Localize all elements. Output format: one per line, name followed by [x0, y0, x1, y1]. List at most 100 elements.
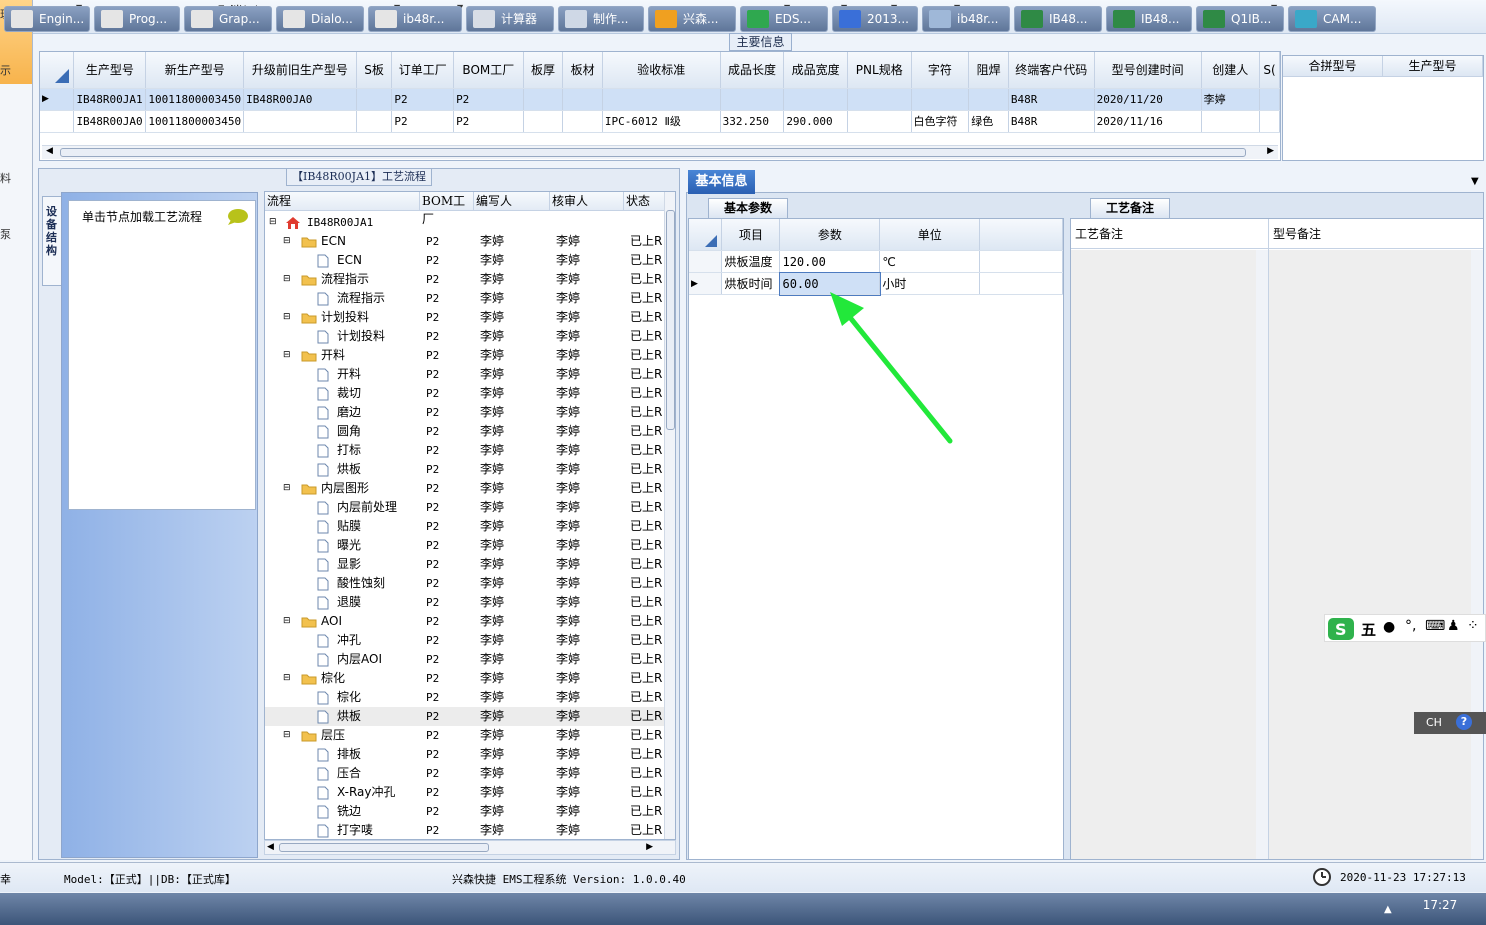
- taskbar-item[interactable]: ib48r...: [922, 6, 1010, 32]
- table-cell[interactable]: [1259, 110, 1280, 133]
- tree-leaf-row[interactable]: 棕化 P2 李婷 李婷 已上R: [265, 688, 665, 707]
- column-header[interactable]: 阻焊: [968, 52, 1009, 89]
- taskbar-item[interactable]: Prog...: [94, 6, 180, 32]
- main-grid-horizontal-scrollbar[interactable]: ◀ ▶: [42, 145, 1278, 159]
- table-cell[interactable]: 绿色: [968, 110, 1009, 133]
- ime-mode-label[interactable]: 五: [1361, 619, 1376, 640]
- column-header[interactable]: 终端客户代码: [1008, 52, 1095, 89]
- column-header[interactable]: 板厚: [523, 52, 564, 89]
- table-row[interactable]: IB48R00JA0 10011800003450 P2 P2 IPC-6012 Ⅱ级 3…: [40, 110, 1280, 133]
- column-header[interactable]: 创建人: [1201, 52, 1260, 89]
- tree-leaf-row[interactable]: 酸性蚀刻 P2 李婷 李婷 已上R: [265, 574, 665, 593]
- select-all-corner[interactable]: [40, 52, 75, 89]
- column-header[interactable]: PNL规格: [847, 52, 912, 89]
- taskbar-item[interactable]: Dialo...: [276, 6, 364, 32]
- table-cell[interactable]: B48R: [1008, 110, 1095, 133]
- table-cell[interactable]: [356, 110, 393, 133]
- column-header[interactable]: 核审人: [550, 192, 624, 211]
- table-cell[interactable]: [243, 110, 357, 133]
- table-cell[interactable]: [911, 88, 970, 111]
- tree-leaf-row[interactable]: 贴膜 P2 李婷 李婷 已上R: [265, 517, 665, 536]
- collapse-icon[interactable]: ⊟: [283, 308, 291, 327]
- tree-leaf-row[interactable]: 打字唛 P2 李婷 李婷 已上R: [265, 821, 665, 839]
- collapse-icon[interactable]: ⊟: [283, 270, 291, 289]
- tree-leaf-row[interactable]: X-Ray冲孔 P2 李婷 李婷 已上R: [265, 783, 665, 802]
- collapse-icon[interactable]: ⊟: [283, 669, 291, 688]
- param-item-cell[interactable]: 烘板时间: [721, 272, 781, 295]
- language-bar[interactable]: CH ?: [1414, 712, 1486, 734]
- table-cell[interactable]: P2: [391, 88, 455, 111]
- moon-icon[interactable]: ●: [1383, 619, 1395, 635]
- tree-root-row[interactable]: ⊟ IB48R00JA1: [265, 213, 665, 232]
- table-cell[interactable]: P2: [453, 110, 524, 133]
- taskbar-item[interactable]: 兴森...: [648, 6, 736, 32]
- row-indicator[interactable]: [689, 250, 723, 273]
- table-cell[interactable]: P2: [391, 110, 455, 133]
- column-header[interactable]: 字符: [911, 52, 970, 89]
- grid-menu-icon[interactable]: ⁘: [1467, 618, 1479, 634]
- tree-leaf-row[interactable]: 圆角 P2 李婷 李婷 已上R: [265, 422, 665, 441]
- column-header[interactable]: 板材: [562, 52, 603, 89]
- row-indicator[interactable]: ▶: [689, 272, 723, 295]
- taskbar-item[interactable]: Engin...: [4, 6, 90, 32]
- column-header[interactable]: 成品长度: [720, 52, 785, 89]
- taskbar-clock[interactable]: 17:27: [1400, 898, 1480, 912]
- vertical-scrollbar[interactable]: [1471, 250, 1483, 859]
- user-icon[interactable]: ♟: [1447, 618, 1460, 634]
- column-header[interactable]: 单位: [879, 219, 981, 251]
- column-header[interactable]: 合拼型号: [1283, 56, 1383, 76]
- tree-leaf-row[interactable]: 计划投料 P2 李婷 李婷 已上R: [265, 327, 665, 346]
- column-header[interactable]: 项目: [721, 219, 781, 251]
- table-row[interactable]: 烘板温度 120.00 ℃: [689, 250, 1063, 273]
- taskbar-item[interactable]: IB48...: [1106, 6, 1192, 32]
- ime-toolbar[interactable]: S 五 ● °, ⌨ ♟ ⁘: [1324, 614, 1486, 642]
- column-header[interactable]: 成品宽度: [783, 52, 848, 89]
- taskbar-item[interactable]: CAM...: [1288, 6, 1376, 32]
- tree-leaf-row[interactable]: 冲孔 P2 李婷 李婷 已上R: [265, 631, 665, 650]
- scrollbar-thumb[interactable]: [666, 210, 675, 430]
- tree-leaf-row[interactable]: 曝光 P2 李婷 李婷 已上R: [265, 536, 665, 555]
- tab-process-notes[interactable]: 工艺备注: [1090, 198, 1170, 218]
- tree-horizontal-scrollbar[interactable]: ◀ ▶: [264, 840, 676, 855]
- tree-folder-row[interactable]: ⊟ AOI P2 李婷 李婷 已上R: [265, 612, 665, 631]
- left-nav-label[interactable]: 泵: [0, 226, 11, 242]
- table-cell[interactable]: [783, 88, 848, 111]
- process-note-textarea[interactable]: [1071, 250, 1256, 859]
- collapse-icon[interactable]: ⊟: [283, 612, 291, 631]
- table-cell[interactable]: [602, 88, 721, 111]
- param-unit-cell[interactable]: ℃: [879, 250, 981, 273]
- column-header[interactable]: 订单工厂: [391, 52, 455, 89]
- column-header[interactable]: 验收标准: [602, 52, 721, 89]
- table-cell[interactable]: [562, 110, 603, 133]
- tree-leaf-row[interactable]: 流程指示 P2 李婷 李婷 已上R: [265, 289, 665, 308]
- taskbar-item[interactable]: 计算器: [466, 6, 554, 32]
- column-header[interactable]: 生产型号: [1383, 56, 1483, 76]
- table-cell[interactable]: IPC-6012 Ⅱ级: [602, 110, 721, 133]
- table-cell[interactable]: [523, 88, 564, 111]
- tree-folder-row[interactable]: ⊟ ECN P2 李婷 李婷 已上R: [265, 232, 665, 251]
- scrollbar-thumb[interactable]: [279, 843, 489, 852]
- left-nav-label[interactable]: 料: [0, 170, 11, 186]
- table-cell[interactable]: IB48R00JA1: [73, 88, 147, 111]
- table-cell[interactable]: B48R: [1008, 88, 1095, 111]
- table-cell[interactable]: [523, 110, 564, 133]
- column-header[interactable]: 升级前旧生产型号: [243, 52, 357, 89]
- vertical-scrollbar[interactable]: [1256, 250, 1268, 859]
- row-indicator[interactable]: ▶: [40, 88, 75, 111]
- punctuation-icon[interactable]: °,: [1405, 618, 1416, 634]
- scroll-right-icon[interactable]: ▶: [646, 842, 653, 852]
- column-header[interactable]: 参数: [779, 219, 881, 251]
- taskbar-item[interactable]: 制作...: [558, 6, 644, 32]
- table-cell[interactable]: 李婷: [1201, 88, 1260, 111]
- scroll-left-icon[interactable]: ◀: [267, 842, 274, 852]
- table-row[interactable]: ▶ IB48R00JA1 10011800003450 IB48R00JA0 P2 P2 B…: [40, 88, 1280, 111]
- tree-vertical-scrollbar[interactable]: [664, 192, 675, 839]
- tree-leaf-row[interactable]: 烘板 P2 李婷 李婷 已上R: [265, 707, 665, 726]
- tree-leaf-row[interactable]: 内层前处理 P2 李婷 李婷 已上R: [265, 498, 665, 517]
- scroll-right-icon[interactable]: ▶: [1267, 146, 1274, 156]
- tree-leaf-row[interactable]: ECN P2 李婷 李婷 已上R: [265, 251, 665, 270]
- column-header[interactable]: 新生产型号: [145, 52, 245, 89]
- table-cell[interactable]: 290.000: [783, 110, 848, 133]
- table-cell[interactable]: P2: [453, 88, 524, 111]
- taskbar-item[interactable]: Q1IB...: [1196, 6, 1284, 32]
